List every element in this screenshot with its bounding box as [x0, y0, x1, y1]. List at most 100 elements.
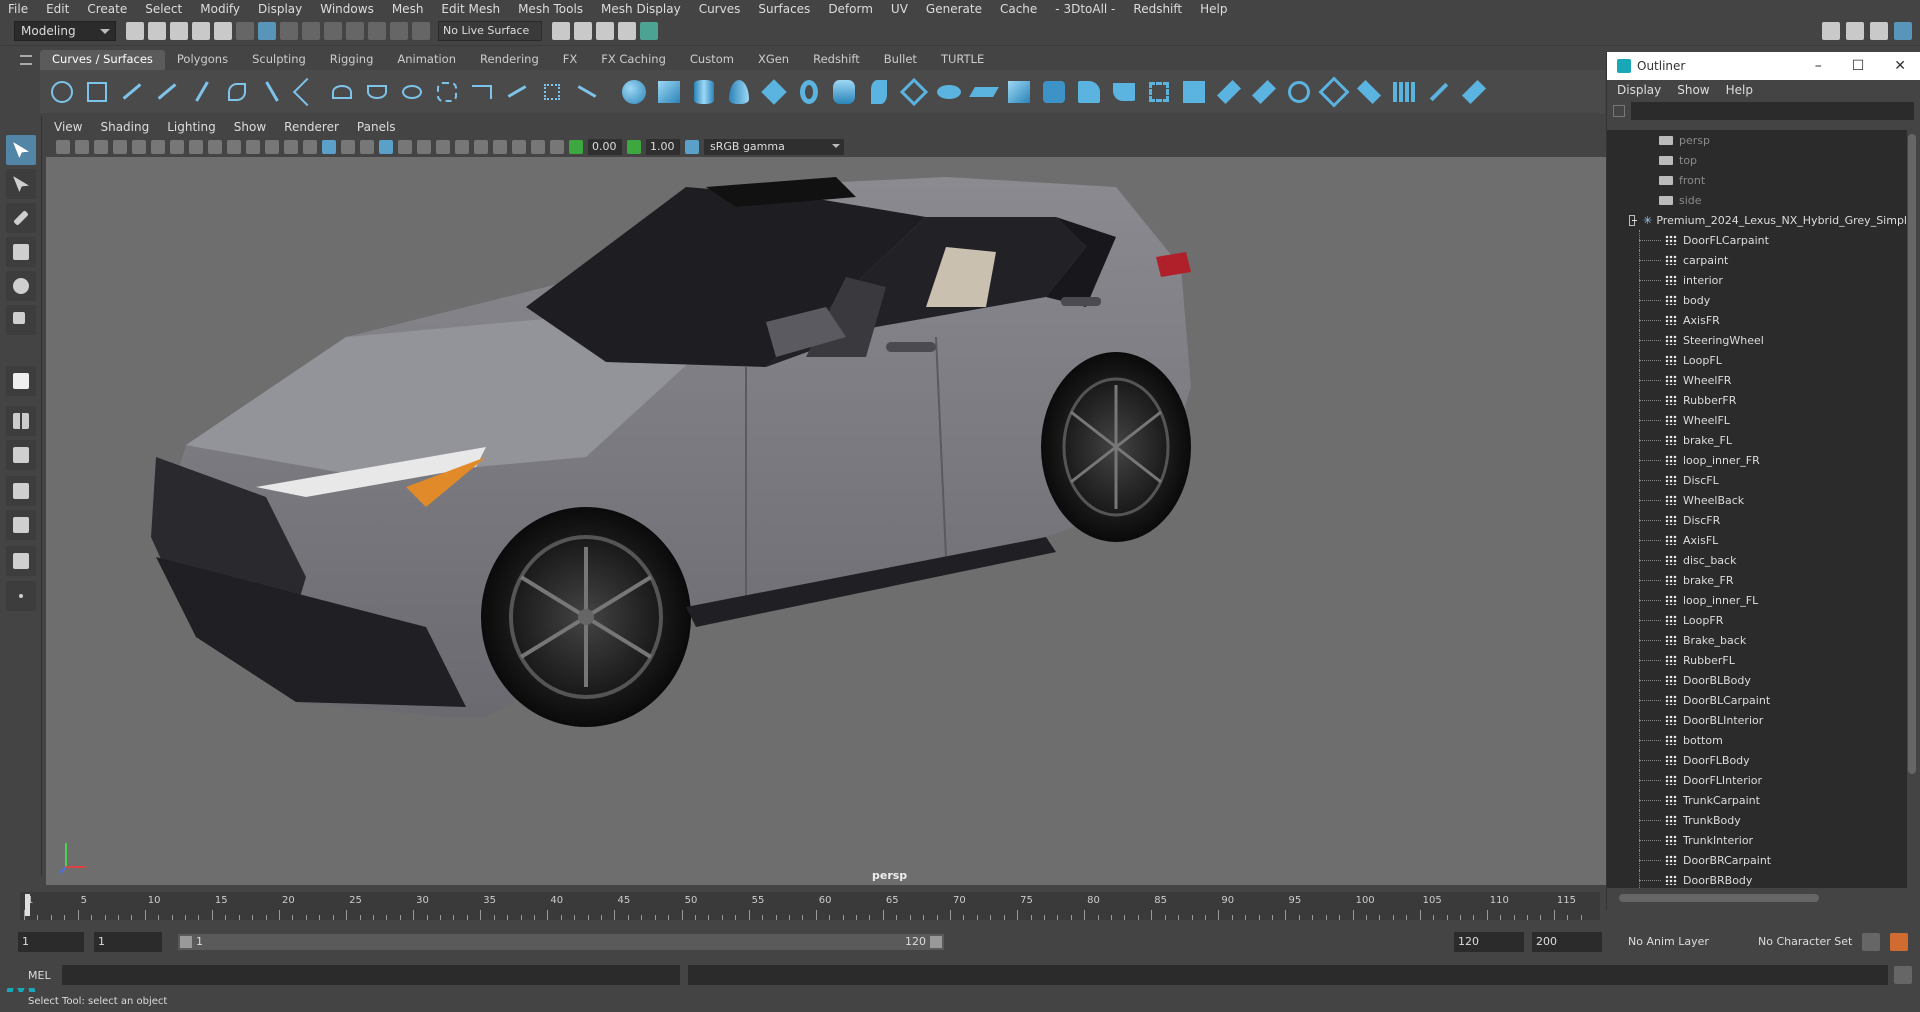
xray-joints-icon[interactable] [531, 140, 545, 154]
project-curve-icon[interactable] [1110, 78, 1138, 106]
boundary-icon[interactable] [1005, 78, 1033, 106]
collapse-icon[interactable] [1629, 214, 1638, 226]
exposure-icon[interactable] [569, 140, 583, 154]
current-time-marker[interactable] [25, 894, 30, 916]
outliner-mesh-item[interactable]: DoorBLInterior [1607, 710, 1907, 730]
scene-start-field[interactable]: 1 [18, 932, 84, 952]
extend-curve-icon[interactable] [433, 78, 461, 106]
tab-redshift[interactable]: Redshift [801, 50, 872, 70]
grid-icon[interactable] [170, 140, 184, 154]
tab-rigging[interactable]: Rigging [318, 50, 386, 70]
outliner-mesh-item[interactable]: DoorFLInterior [1607, 770, 1907, 790]
close-icon[interactable]: ✕ [1894, 58, 1906, 74]
trim-tool-icon[interactable] [1180, 78, 1208, 106]
attach-surfaces-icon[interactable] [1250, 78, 1278, 106]
menu-generate[interactable]: Generate [926, 2, 982, 16]
four-view-layout-icon[interactable] [6, 406, 36, 436]
menu-mesh-display[interactable]: Mesh Display [601, 2, 681, 16]
tab-custom[interactable]: Custom [678, 50, 746, 70]
menu-deform[interactable]: Deform [828, 2, 873, 16]
new-scene-icon[interactable] [126, 22, 144, 40]
save-scene-icon[interactable] [170, 22, 188, 40]
loft-icon[interactable] [865, 78, 893, 106]
scale-tool-icon[interactable] [6, 305, 36, 335]
maximize-icon[interactable]: ☐ [1852, 58, 1865, 74]
filter-icon[interactable] [1613, 105, 1625, 117]
snap-grid-icon[interactable] [302, 22, 320, 40]
outliner-mesh-item[interactable]: brake_FL [1607, 430, 1907, 450]
render-frame-icon[interactable] [552, 22, 570, 40]
redo-icon[interactable] [214, 22, 232, 40]
safe-title-icon[interactable] [284, 140, 298, 154]
pencil-curve-icon[interactable] [188, 78, 216, 106]
bookmark-icon[interactable] [94, 140, 108, 154]
snap-point-icon[interactable] [346, 22, 364, 40]
outliner-mesh-item[interactable]: DiscFL [1607, 470, 1907, 490]
anim-preferences-icon[interactable] [1862, 933, 1880, 951]
outliner-mesh-item[interactable]: carpaint [1607, 250, 1907, 270]
snap-surface-icon[interactable] [390, 22, 408, 40]
hypershade-layout-icon[interactable] [6, 546, 36, 576]
tab-xgen[interactable]: XGen [746, 50, 801, 70]
nurbs-cone-icon[interactable] [725, 78, 753, 106]
range-start-handle[interactable] [180, 936, 192, 948]
add-points-icon[interactable] [538, 78, 566, 106]
outliner-mesh-item[interactable]: WheelFL [1607, 410, 1907, 430]
outliner-menu-display[interactable]: Display [1617, 83, 1661, 97]
outliner-vertical-scrollbar[interactable] [1908, 134, 1916, 774]
arc-tool-icon[interactable] [223, 78, 251, 106]
live-surface-field[interactable]: No Live Surface [438, 21, 542, 41]
safe-action-icon[interactable] [265, 140, 279, 154]
outliner-menu-help[interactable]: Help [1726, 83, 1753, 97]
square-surface-icon[interactable] [1040, 78, 1068, 106]
outliner-camera-item[interactable]: side [1607, 190, 1907, 210]
perspective-viewport[interactable]: persp [46, 157, 1606, 885]
xray-components-icon[interactable] [550, 140, 564, 154]
nurbs-square-icon[interactable] [83, 78, 111, 106]
move-tool-icon[interactable] [6, 237, 36, 267]
smooth-shade-icon[interactable] [322, 140, 336, 154]
outliner-mesh-item[interactable]: TrunkCarpaint [1607, 790, 1907, 810]
wireframe-icon[interactable] [303, 140, 317, 154]
menu-surfaces[interactable]: Surfaces [758, 2, 810, 16]
revolve-icon[interactable] [830, 78, 858, 106]
outliner-search-input[interactable] [1631, 102, 1914, 120]
align-surfaces-icon[interactable] [1318, 75, 1350, 108]
outliner-camera-item[interactable]: top [1607, 150, 1907, 170]
outliner-mesh-item[interactable]: Brake_back [1607, 630, 1907, 650]
camera-attributes-icon[interactable] [75, 140, 89, 154]
attach-curves-icon[interactable] [328, 78, 356, 106]
insert-knot-icon[interactable] [398, 78, 426, 106]
outliner-mesh-item[interactable]: DoorBRBody [1607, 870, 1907, 888]
outliner-mesh-item[interactable]: brake_FR [1607, 570, 1907, 590]
tab-turtle[interactable]: TURTLE [929, 50, 996, 70]
auto-key-icon[interactable] [1890, 933, 1908, 951]
character-set-dropdown[interactable]: No Character Set [1758, 935, 1852, 948]
outliner-camera-item[interactable]: persp [1607, 130, 1907, 150]
curve-intersect-icon[interactable] [292, 77, 322, 106]
curve-editing-icon[interactable] [573, 78, 601, 106]
minimize-icon[interactable]: – [1815, 58, 1822, 74]
shadows-icon[interactable] [398, 140, 412, 154]
viewport-menu-panels[interactable]: Panels [357, 120, 396, 134]
rotate-tool-icon[interactable] [6, 271, 36, 301]
outliner-mesh-item[interactable]: SteeringWheel [1607, 330, 1907, 350]
outliner-mesh-item[interactable]: RubberFL [1607, 650, 1907, 670]
outliner-mesh-item[interactable]: body [1607, 290, 1907, 310]
outliner-mesh-item[interactable]: loop_inner_FR [1607, 450, 1907, 470]
nurbs-plane-icon[interactable] [760, 78, 788, 106]
workspace-icon[interactable] [1822, 22, 1840, 40]
outliner-camera-item[interactable]: front [1607, 170, 1907, 190]
outliner-mesh-item[interactable]: TrunkBody [1607, 810, 1907, 830]
snap-pivot-icon[interactable] [412, 22, 430, 40]
field-chart-icon[interactable] [246, 140, 260, 154]
outliner-horizontal-scrollbar[interactable] [1619, 894, 1819, 902]
cv-curve-icon[interactable] [118, 78, 146, 106]
outliner-mesh-item[interactable]: LoopFL [1607, 350, 1907, 370]
planar-icon[interactable] [899, 77, 929, 106]
color-management-icon[interactable] [685, 140, 699, 154]
toolbox-expand-icon[interactable] [6, 581, 36, 611]
playback-end-field[interactable]: 120 [1454, 932, 1524, 952]
menu-help[interactable]: Help [1200, 2, 1227, 16]
bevel-plus-icon[interactable] [1075, 78, 1103, 106]
